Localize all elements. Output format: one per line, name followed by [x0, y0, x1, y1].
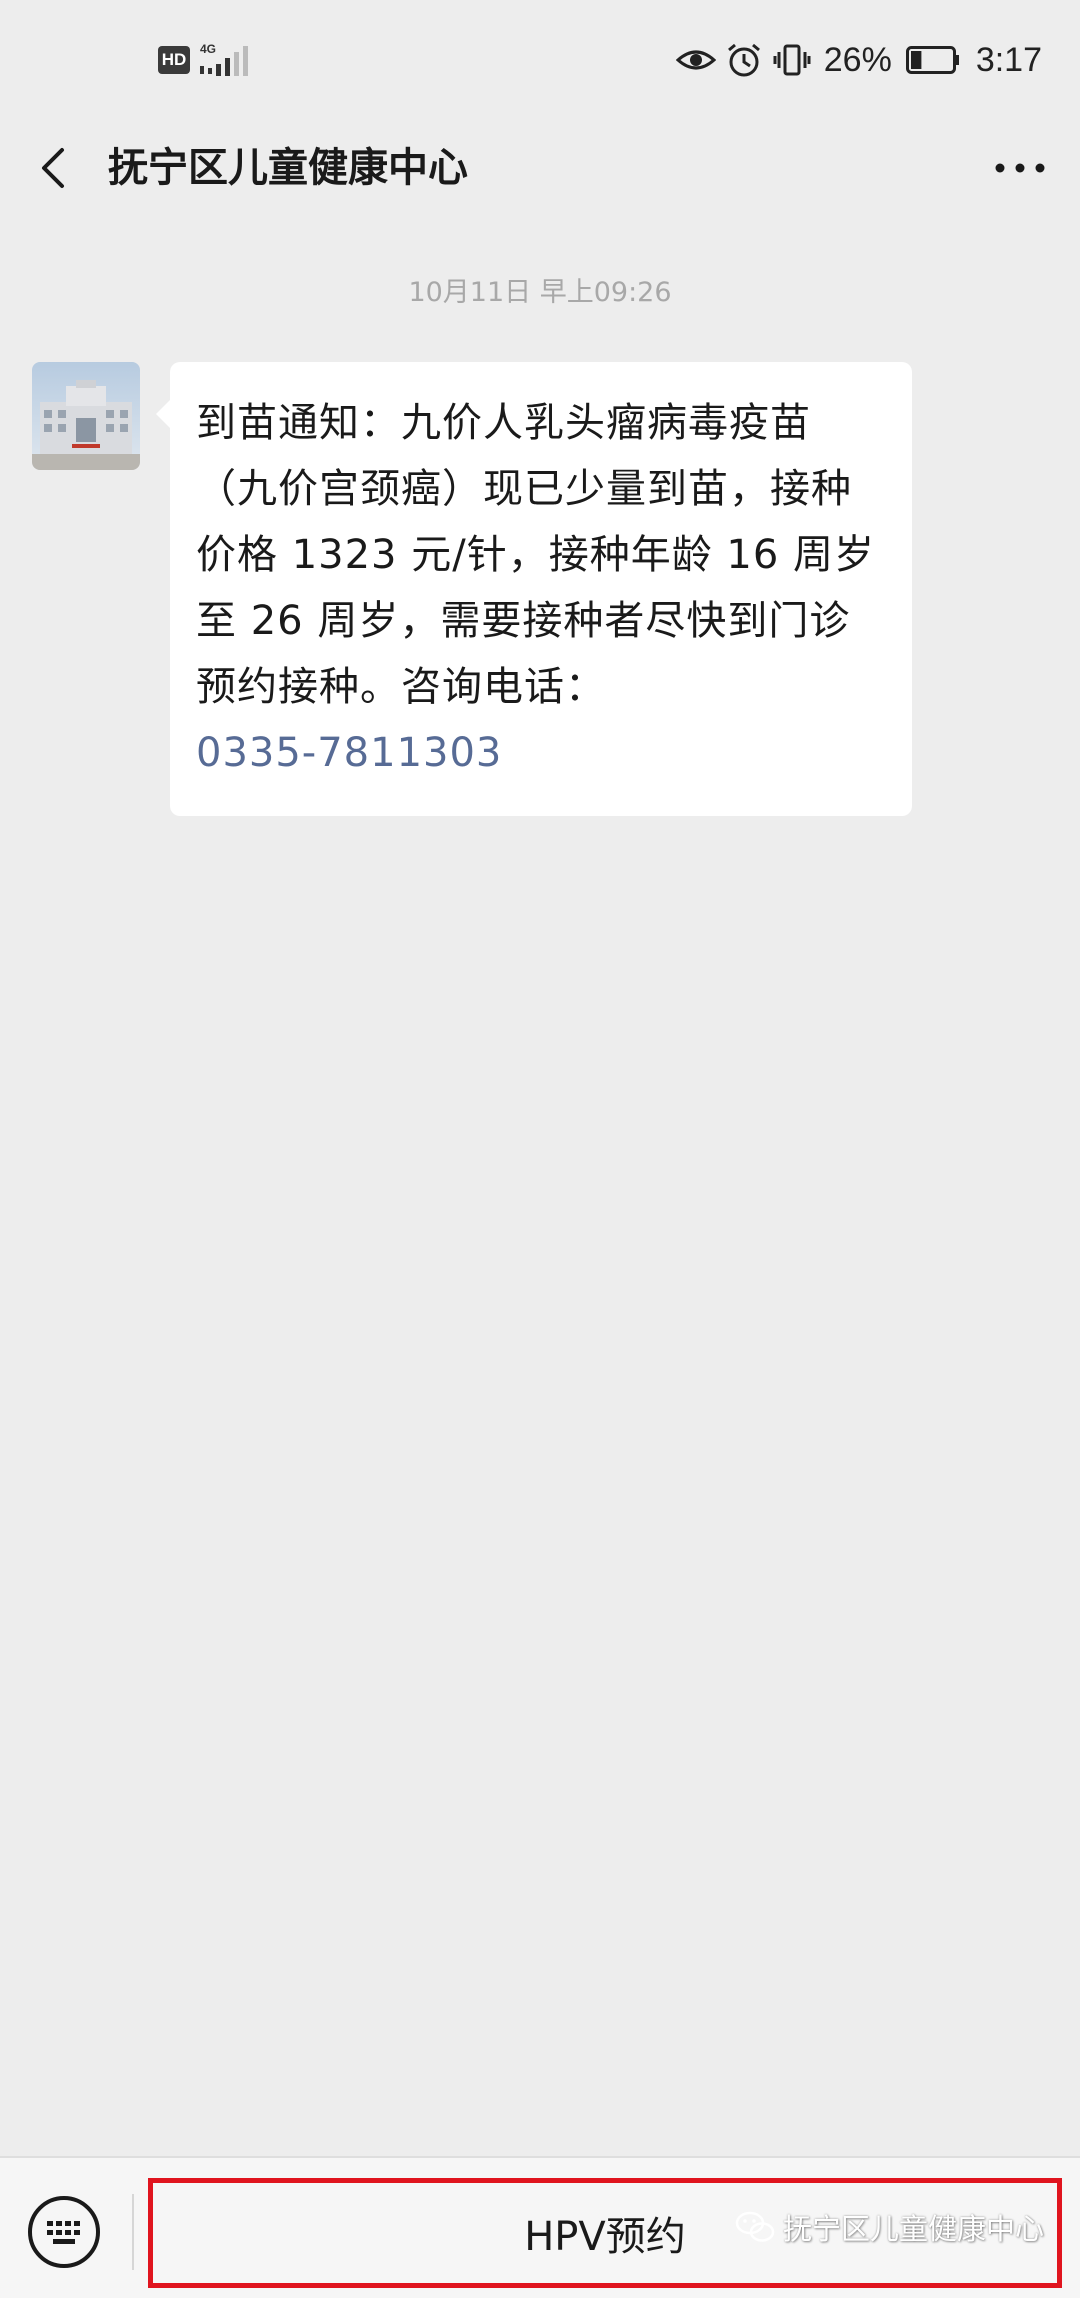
chat-title: 抚宁区儿童健康中心	[108, 145, 468, 191]
clock: 3:17	[975, 40, 1042, 79]
battery-icon	[905, 46, 959, 74]
bottom-menu-bar: HPV预约 抚宁区儿童健康中心	[0, 2156, 1080, 2298]
more-dots-icon[interactable]	[988, 142, 1052, 194]
wechat-icon	[735, 2211, 775, 2242]
message-bubble[interactable]: 到苗通知：九价人乳头瘤病毒疫苗（九价宫颈癌）现已少量到苗，接种价格 1323 元…	[156, 362, 912, 816]
status-bar: HD 4G 26% 3:17	[0, 0, 1080, 120]
chat-header: 抚宁区儿童健康中心	[0, 120, 1080, 216]
hospital-building-avatar	[32, 362, 140, 470]
bottom-divider	[132, 2194, 134, 2270]
menu-button-label: HPV预约	[524, 2214, 686, 2260]
network-type: 4G	[200, 42, 216, 56]
watermark: 抚宁区儿童健康中心	[735, 2206, 1044, 2248]
watermark-text: 抚宁区儿童健康中心	[782, 2212, 1044, 2246]
message-timestamp: 10月11日 早上09:26	[408, 277, 672, 308]
signal-icon: 4G	[200, 42, 248, 76]
phone-link[interactable]: 0335-7811303	[196, 720, 886, 786]
vibrate-icon	[773, 44, 811, 76]
battery-percent: 26%	[823, 40, 892, 79]
alarm-icon	[727, 43, 760, 77]
message-text: 到苗通知：九价人乳头瘤病毒疫苗（九价宫颈癌）现已少量到苗，接种价格 1323 元…	[196, 400, 876, 710]
keyboard-icon[interactable]	[26, 2194, 102, 2270]
eye-icon	[675, 50, 716, 70]
hd-badge: HD	[158, 46, 190, 74]
back-chevron-icon[interactable]	[28, 140, 84, 196]
sender-avatar[interactable]	[32, 362, 140, 470]
status-right-group: 26% 3:17	[675, 34, 1042, 86]
